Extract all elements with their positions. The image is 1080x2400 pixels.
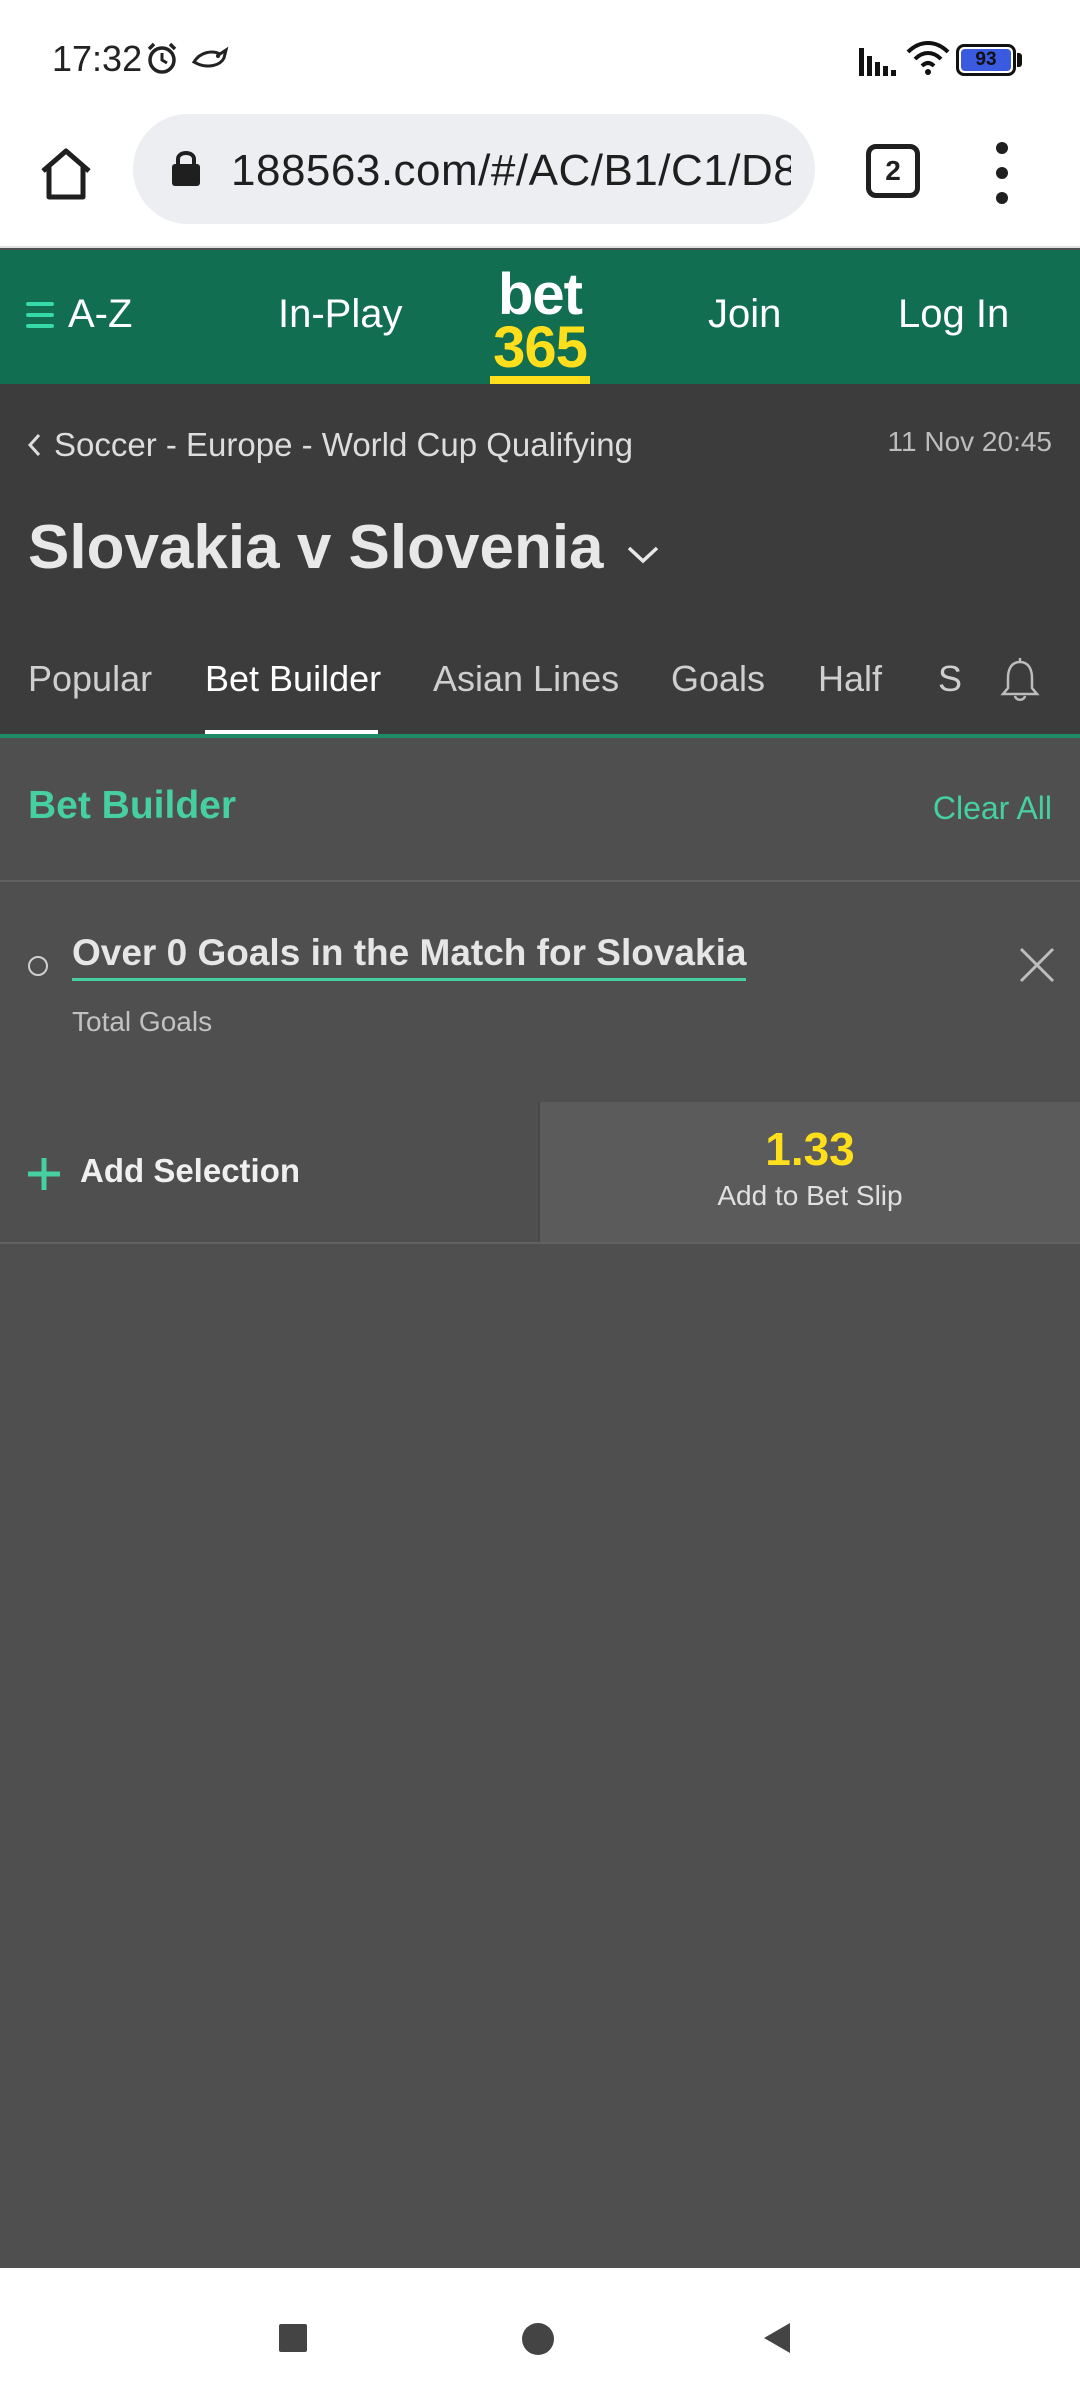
- add-to-bet-slip-button[interactable]: 1.33 Add to Bet Slip: [538, 1102, 1080, 1242]
- alarm-icon: [147, 42, 177, 74]
- match-selector[interactable]: Slovakia v Slovenia: [28, 512, 660, 583]
- more-vert-icon[interactable]: [982, 138, 1022, 208]
- back-icon[interactable]: [762, 2321, 792, 2355]
- match-title: Slovakia v Slovenia: [28, 513, 604, 582]
- login-link[interactable]: Log In: [898, 292, 1009, 337]
- chevron-down-icon: [627, 546, 658, 563]
- inplay-link[interactable]: In-Play: [278, 292, 403, 337]
- tab-asian-lines[interactable]: Asian Lines: [433, 658, 619, 700]
- recents-button[interactable]: [279, 2324, 307, 2352]
- address-bar[interactable]: 188563.com/#/AC/B1/C1/D8: [133, 114, 815, 224]
- status-time: 17:32: [52, 38, 143, 79]
- az-menu-button[interactable]: A-Z: [26, 292, 132, 337]
- system-nav-bar: [0, 2268, 1080, 2400]
- match-header: Soccer - Europe - World Cup Qualifying 1…: [0, 384, 1080, 738]
- add-selection-button[interactable]: Add Selection: [0, 1102, 538, 1242]
- wifi-icon: [906, 41, 950, 75]
- home-nav-button[interactable]: [522, 2323, 554, 2355]
- clear-all-button[interactable]: Clear All: [933, 790, 1052, 827]
- market-tabs: Popular Bet Builder Asian Lines Goals Ha…: [0, 634, 1080, 738]
- chevron-left-icon: [27, 433, 41, 457]
- plus-icon: [28, 1158, 60, 1190]
- battery-nub: [1017, 53, 1022, 67]
- breadcrumb[interactable]: Soccer - Europe - World Cup Qualifying: [26, 426, 633, 464]
- bet-builder-heading: Bet Builder: [28, 784, 237, 827]
- logo-underline: [490, 376, 590, 384]
- selection-radio-icon: [28, 956, 48, 976]
- home-button[interactable]: [30, 138, 102, 210]
- selection-title[interactable]: Over 0 Goals in the Match for Slovakia: [72, 932, 747, 981]
- selection-market: Total Goals: [72, 1006, 213, 1037]
- add-selection-label: Add Selection: [80, 1152, 301, 1189]
- home-icon: [41, 148, 91, 200]
- tab-bet-builder[interactable]: Bet Builder: [205, 658, 381, 700]
- match-datetime: 11 Nov 20:45: [887, 426, 1053, 457]
- breadcrumb-text: Soccer - Europe - World Cup Qualifying: [54, 426, 633, 463]
- bird-icon: [191, 46, 229, 68]
- lock-icon: [172, 151, 200, 186]
- tab-popular[interactable]: Popular: [28, 658, 152, 700]
- bet-builder-actions: Add Selection 1.33 Add to Bet Slip: [0, 1102, 1080, 1244]
- odds-value: 1.33: [765, 1123, 855, 1175]
- signal-icon: [859, 48, 896, 76]
- site-header: A-Z In-Play bet 365 Join Log In: [0, 250, 1080, 384]
- add-to-bet-slip-label: Add to Bet Slip: [717, 1180, 903, 1211]
- tab-half[interactable]: Half: [818, 658, 882, 700]
- tab-divider: [0, 734, 1080, 738]
- tab-partial[interactable]: S: [938, 658, 962, 700]
- browser-toolbar: 188563.com/#/AC/B1/C1/D8 2: [0, 112, 1080, 248]
- tab-goals[interactable]: Goals: [671, 658, 765, 700]
- bell-icon[interactable]: [996, 656, 1044, 704]
- logo-bottom-text: 365: [493, 315, 588, 381]
- bet365-logo[interactable]: bet 365: [490, 262, 590, 381]
- close-icon[interactable]: [1018, 946, 1056, 984]
- join-link[interactable]: Join: [708, 292, 781, 337]
- battery-level: 93: [961, 49, 1011, 71]
- battery-icon: 93: [956, 44, 1016, 76]
- hamburger-icon: [26, 301, 54, 328]
- status-bar: 17:32 93: [0, 0, 1080, 112]
- logo-top-text: bet: [498, 262, 583, 327]
- tab-switcher-button[interactable]: 2: [866, 144, 920, 198]
- selection-item: Over 0 Goals in the Match for Slovakia T…: [0, 882, 1080, 1102]
- url-text: 188563.com/#/AC/B1/C1/D8: [231, 146, 791, 195]
- az-label: A-Z: [68, 292, 133, 336]
